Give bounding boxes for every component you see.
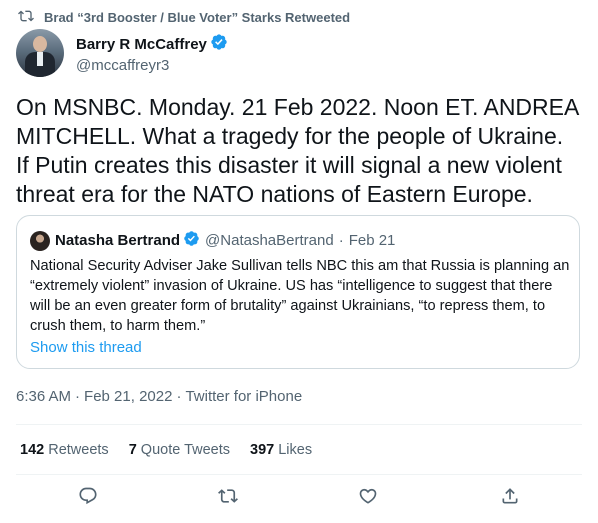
tweet-time[interactable]: 6:36 AM <box>16 388 71 405</box>
tweet-source[interactable]: Twitter for iPhone <box>185 388 302 405</box>
quoted-author-handle: @NatashaBertrand <box>205 232 334 249</box>
show-thread-link[interactable]: Show this thread <box>30 339 142 356</box>
quote-tweets-stat[interactable]: 7 Quote Tweets <box>129 442 230 458</box>
tweet-actions <box>0 486 598 514</box>
likes-stat[interactable]: 397 Likes <box>250 442 312 458</box>
verified-badge-icon <box>210 33 228 55</box>
tweet-author: Barry R McCaffrey @mccaffreyr3 <box>16 29 228 77</box>
likes-count: 397 <box>250 442 275 458</box>
quoted-date: Feb 21 <box>348 232 396 249</box>
reply-button[interactable] <box>76 486 100 510</box>
quote-tweets-label: Quote Tweets <box>140 442 230 458</box>
likes-label: Likes <box>278 442 313 458</box>
like-button[interactable] <box>356 486 380 510</box>
reply-icon <box>78 486 98 511</box>
divider <box>16 474 582 475</box>
retweet-icon <box>218 486 238 511</box>
divider <box>16 424 582 425</box>
quote-tweets-count: 7 <box>128 442 137 458</box>
quoted-separator: · <box>338 232 344 249</box>
tweet-stats: 142 Retweets 7 Quote Tweets 397 Likes <box>20 442 312 458</box>
retweets-label: Retweets <box>48 442 109 458</box>
quoted-tweet-text: National Security Adviser Jake Sullivan … <box>30 258 570 334</box>
quoted-tweet-header: Natasha Bertrand @NatashaBertrand · Feb … <box>30 230 395 251</box>
retweeted-by-text: Brad “3rd Booster / Blue Voter” Starks R… <box>44 10 351 25</box>
tweet-text: On MSNBC. Monday. 21 Feb 2022. Noon ET. … <box>16 94 579 207</box>
quoted-tweet-card[interactable]: Natasha Bertrand @NatashaBertrand · Feb … <box>16 215 580 369</box>
quoted-author-avatar <box>30 230 50 251</box>
meta-separator: · <box>75 388 81 405</box>
meta-separator: · <box>176 388 182 405</box>
share-icon <box>500 486 520 511</box>
quoted-author-name: Natasha Bertrand <box>55 232 181 249</box>
retweets-stat[interactable]: 142 Retweets <box>20 442 109 458</box>
author-name[interactable]: Barry R McCaffrey <box>76 36 207 53</box>
heart-icon <box>358 486 378 511</box>
retweet-icon <box>18 8 34 27</box>
author-avatar[interactable] <box>16 29 64 77</box>
verified-badge-icon <box>180 230 205 251</box>
author-handle[interactable]: @mccaffreyr3 <box>76 57 228 74</box>
share-button[interactable] <box>498 486 522 510</box>
retweeted-by-line[interactable]: Brad “3rd Booster / Blue Voter” Starks R… <box>18 8 350 27</box>
retweets-count: 142 <box>20 442 45 458</box>
retweet-button[interactable] <box>216 486 240 510</box>
tweet-metadata: 6:36 AM · Feb 21, 2022 · Twitter for iPh… <box>16 388 302 405</box>
tweet-date[interactable]: Feb 21, 2022 <box>84 388 172 405</box>
